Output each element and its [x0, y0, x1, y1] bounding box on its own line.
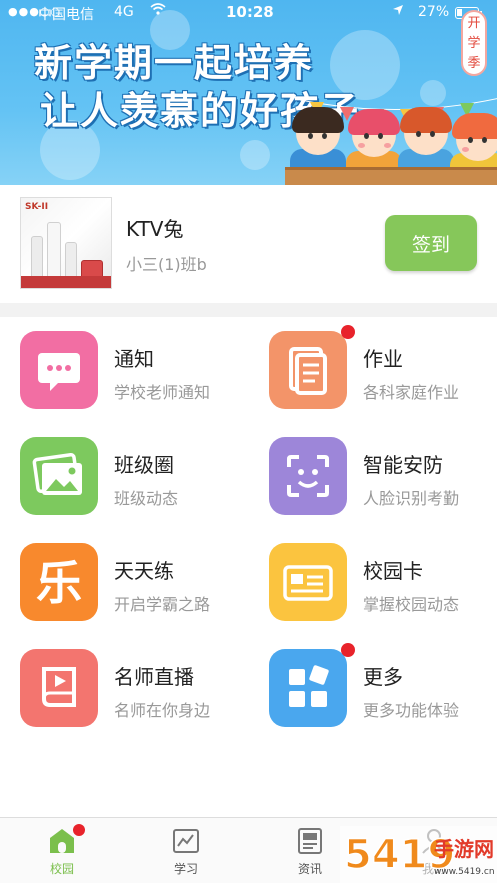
tab-label: 资讯	[297, 862, 322, 876]
user-name: KTV兔	[126, 217, 184, 241]
feature-tile-campus-card[interactable]: 校园卡 掌握校园动态	[269, 543, 497, 629]
section-divider	[0, 303, 497, 317]
feature-tile-notice[interactable]: 通知 学校老师通知	[20, 331, 260, 417]
clock: 10:28	[226, 3, 274, 21]
feature-tile-homework[interactable]: 作业 各科家庭作业	[269, 325, 497, 417]
avatar[interactable]: SK-II	[20, 197, 112, 289]
location-arrow-icon	[392, 4, 404, 19]
feature-title: 智能安防	[363, 453, 443, 477]
id-card-icon	[269, 543, 347, 621]
news-icon	[295, 826, 325, 856]
battery-percent: 27%	[418, 4, 450, 20]
feature-tile-class-circle[interactable]: 班级圈 班级动态	[20, 437, 260, 523]
chart-icon	[171, 826, 201, 856]
avatar-brand: SK-II	[25, 202, 49, 212]
feature-desc: 更多功能体验	[363, 701, 460, 720]
notification-dot	[73, 824, 85, 836]
desk	[285, 167, 497, 185]
feature-title: 更多	[363, 665, 403, 689]
season-badge-char: 学	[467, 36, 481, 51]
profile-card: SK-II KTV兔 小三(1)班b 签到	[0, 185, 497, 303]
feature-tile-more[interactable]: 更多 更多功能体验	[269, 643, 497, 735]
feature-desc: 各科家庭作业	[363, 383, 460, 402]
photo-icon	[20, 437, 98, 515]
tab-study[interactable]: 学习	[146, 826, 226, 877]
feature-tile-live[interactable]: 名师直播 名师在你身边	[20, 649, 260, 735]
school-icon	[47, 824, 85, 856]
feature-title: 班级圈	[114, 453, 174, 477]
watermark-url: www.5419.cn	[434, 867, 495, 877]
feature-desc: 掌握校园动态	[363, 595, 460, 614]
notification-dot	[341, 643, 355, 657]
season-badge-char: 季	[467, 56, 481, 71]
notification-dot	[341, 325, 355, 339]
class-name: 小三(1)班b	[126, 255, 207, 274]
feature-desc: 班级动态	[114, 489, 179, 508]
feature-title: 作业	[363, 347, 403, 371]
face-scan-icon	[269, 437, 347, 515]
banner-headline: 新学期一起培养	[34, 41, 315, 85]
site-watermark: 5419 手游网 www.5419.cn	[340, 826, 497, 883]
apps-icon	[269, 649, 347, 727]
le-icon: 乐	[20, 543, 98, 621]
wifi-icon	[150, 3, 166, 19]
feature-desc: 开启学霸之路	[114, 595, 211, 614]
checkin-button[interactable]: 签到	[385, 215, 477, 271]
promo-banner[interactable]: ●●●○○ 中国电信 4G 10:28 27% 新学期一起培养 让人羡慕的好孩子…	[0, 0, 497, 185]
tab-campus[interactable]: 校园	[22, 824, 102, 877]
status-bar: ●●●○○ 中国电信 4G 10:28 27%	[0, 0, 497, 26]
message-icon	[20, 331, 98, 409]
tab-label: 学习	[173, 862, 198, 876]
feature-title: 天天练	[114, 559, 174, 583]
le-glyph: 乐	[36, 556, 82, 610]
network-type: 4G	[114, 4, 134, 20]
video-book-icon	[20, 649, 98, 727]
feature-title: 通知	[114, 347, 154, 371]
carrier-name: 中国电信	[38, 7, 94, 23]
feature-title: 校园卡	[363, 559, 423, 583]
tab-label: 校园	[49, 862, 74, 876]
feature-desc: 名师在你身边	[114, 701, 211, 720]
tab-news[interactable]: 资讯	[270, 826, 350, 877]
feature-desc: 学校老师通知	[114, 383, 211, 402]
document-icon	[269, 331, 347, 409]
feature-title: 名师直播	[114, 665, 194, 689]
watermark-text: 手游网	[434, 837, 494, 861]
feature-tile-security[interactable]: 智能安防 人脸识别考勤	[269, 437, 497, 523]
feature-tile-practice[interactable]: 乐 天天练 开启学霸之路	[20, 543, 260, 629]
feature-desc: 人脸识别考勤	[363, 489, 460, 508]
season-badge-char: 开	[467, 16, 481, 31]
season-badge: 开 学 季	[461, 10, 487, 76]
